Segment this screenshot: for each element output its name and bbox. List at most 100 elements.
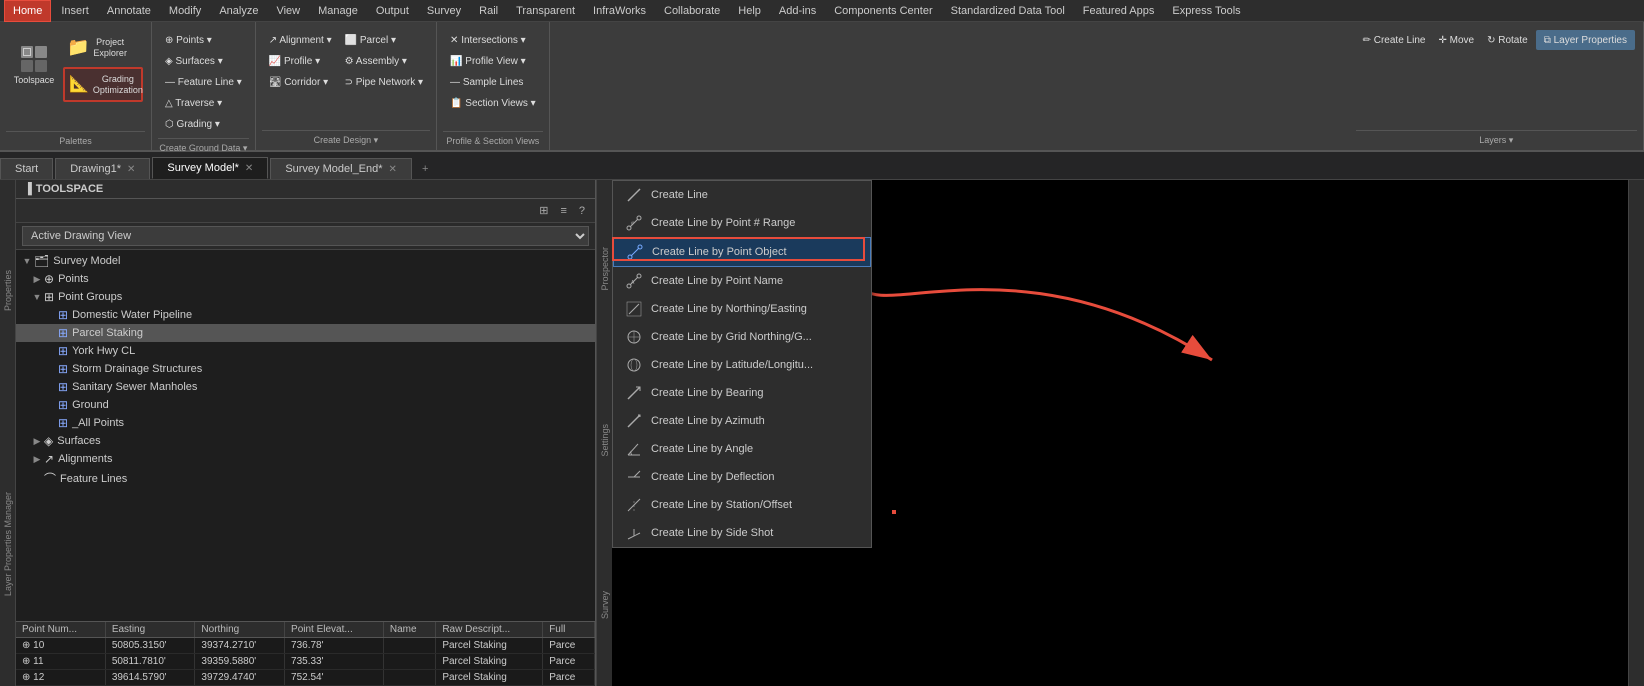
move-tool[interactable]: ✛ Move xyxy=(1433,30,1479,50)
menu-item-by-point-object[interactable]: Create Line by Point Object xyxy=(613,237,871,267)
create-line-deflection-icon xyxy=(625,468,643,486)
menu-annotate[interactable]: Annotate xyxy=(99,0,159,22)
toolspace-button[interactable]: Toolspace xyxy=(8,30,60,102)
tab-survey-model-end[interactable]: Survey Model_End* ✕ xyxy=(270,158,412,179)
col-elev: Point Elevat... xyxy=(285,622,384,638)
tab-drawing1[interactable]: Drawing1* ✕ xyxy=(55,158,150,179)
viewport[interactable]: [-][Top][2D Wireframe] Create Line # Cre… xyxy=(612,180,1628,686)
menu-collaborate[interactable]: Collaborate xyxy=(656,0,728,22)
tree-item-feature-lines[interactable]: ⌒ Feature Lines xyxy=(16,468,595,489)
tree-item-point-groups[interactable]: ▼ ⊞ Point Groups xyxy=(16,288,595,306)
section-views-button[interactable]: 📋 Section Views ▾ xyxy=(445,93,541,113)
tree-item-sanitary-sewer[interactable]: ⊞ Sanitary Sewer Manholes xyxy=(16,378,595,396)
menu-view[interactable]: View xyxy=(268,0,308,22)
menu-insert[interactable]: Insert xyxy=(53,0,97,22)
layer-props-button[interactable]: ⧉ Layer Properties xyxy=(1536,30,1635,50)
tab-start[interactable]: Start xyxy=(0,158,53,179)
tree-item-domestic-water[interactable]: ⊞ Domestic Water Pipeline xyxy=(16,306,595,324)
menu-item-by-point-name[interactable]: A Create Line by Point Name xyxy=(613,267,871,295)
col-full: Full xyxy=(543,622,595,638)
active-drawing-view-select[interactable]: Active Drawing View xyxy=(22,226,589,246)
tree-item-root[interactable]: ▼ 🗂 Survey Model xyxy=(16,252,595,270)
menu-addins[interactable]: Add-ins xyxy=(771,0,824,22)
toolspace-toolbar-btn1[interactable]: ⊞ xyxy=(535,202,552,219)
grading-button[interactable]: ⬡ Grading ▾ xyxy=(160,114,247,134)
rotate-tool[interactable]: ↻ Rotate xyxy=(1482,30,1533,50)
menu-item-by-northing-easting[interactable]: Create Line by Northing/Easting xyxy=(613,295,871,323)
profile-button[interactable]: 📈 Profile ▾ xyxy=(264,51,337,71)
tree-item-ground[interactable]: ⊞ Ground xyxy=(16,396,595,414)
intersections-button[interactable]: ✕ Intersections ▾ xyxy=(445,30,541,50)
create-line-tool[interactable]: ✏ Create Line xyxy=(1358,30,1431,50)
dropdown-menu: Create Line # Create Line by Point # Ran… xyxy=(612,180,872,548)
menu-survey[interactable]: Survey xyxy=(419,0,469,22)
tab-survey-model-end-close[interactable]: ✕ xyxy=(389,164,397,175)
tree-item-storm-drainage[interactable]: ⊞ Storm Drainage Structures xyxy=(16,360,595,378)
tree-item-parcel-staking[interactable]: ⊞ Parcel Staking xyxy=(16,324,595,342)
points-button[interactable]: ⊕ Points ▾ xyxy=(160,30,247,50)
menu-analyze[interactable]: Analyze xyxy=(211,0,266,22)
properties-label[interactable]: Properties xyxy=(2,266,14,315)
create-line-name-icon: A xyxy=(625,272,643,290)
menu-item-by-azimuth[interactable]: Create Line by Azimuth xyxy=(613,407,871,435)
menu-help[interactable]: Help xyxy=(730,0,769,22)
menu-item-by-grid-northing[interactable]: Create Line by Grid Northing/G... xyxy=(613,323,871,351)
tree-item-all-points[interactable]: ⊞ _All Points xyxy=(16,414,595,432)
menu-stddata[interactable]: Standardized Data Tool xyxy=(943,0,1073,22)
menu-transparent[interactable]: Transparent xyxy=(508,0,583,22)
parcel-button[interactable]: ⬜ Parcel ▾ xyxy=(340,30,428,50)
menu-infraworks[interactable]: InfraWorks xyxy=(585,0,654,22)
ribbon: Toolspace 📁 ProjectExplorer 📐 GradingOpt… xyxy=(0,22,1644,152)
menu-item-by-side-shot[interactable]: Create Line by Side Shot xyxy=(613,519,871,547)
surfaces-button[interactable]: ◈ Surfaces ▾ xyxy=(160,51,247,71)
layer-props-manager-label[interactable]: Layer Properties Manager xyxy=(2,488,14,600)
tab-add[interactable]: + xyxy=(414,159,436,179)
prospector-label[interactable]: Prospector xyxy=(599,243,611,295)
main-area: Properties Layer Properties Manager ▐ TO… xyxy=(0,180,1644,686)
menu-item-by-lat-long[interactable]: Create Line by Latitude/Longitu... xyxy=(613,351,871,379)
menu-featapps[interactable]: Featured Apps xyxy=(1075,0,1163,22)
ribbon-group-design: ↗ Alignment ▾ 📈 Profile ▾ 🛣 Corridor ▾ ⬜… xyxy=(256,22,437,150)
table-row[interactable]: ⊕ 10 50805.3150' 39374.2710' 736.78' Par… xyxy=(16,638,595,654)
traverse-button[interactable]: △ Traverse ▾ xyxy=(160,93,247,113)
menu-rail[interactable]: Rail xyxy=(471,0,506,22)
grading-optimization-button[interactable]: 📐 GradingOptimization xyxy=(63,67,143,102)
tab-survey-model[interactable]: Survey Model* ✕ xyxy=(152,157,268,179)
profile-view-button[interactable]: 📊 Profile View ▾ xyxy=(445,51,541,71)
tree-item-york-hwy[interactable]: ⊞ York Hwy CL xyxy=(16,342,595,360)
menu-modify[interactable]: Modify xyxy=(161,0,209,22)
menu-home[interactable]: Home xyxy=(4,0,51,22)
menu-components[interactable]: Components Center xyxy=(826,0,940,22)
tab-survey-model-close[interactable]: ✕ xyxy=(245,163,253,174)
pipe-network-button[interactable]: ⊃ Pipe Network ▾ xyxy=(340,72,428,92)
menu-item-create-line[interactable]: Create Line xyxy=(613,181,871,209)
col-northing: Northing xyxy=(195,622,285,638)
toolspace-help-btn[interactable]: ? xyxy=(575,202,589,219)
project-explorer-button[interactable]: 📁 ProjectExplorer xyxy=(63,30,143,65)
menu-item-by-point-range[interactable]: # Create Line by Point # Range xyxy=(613,209,871,237)
toolspace-toolbar-btn2[interactable]: ≡ xyxy=(556,202,570,219)
ribbon-grounddata-buttons: ⊕ Points ▾ ◈ Surfaces ▾ — Feature Line ▾… xyxy=(158,26,249,138)
menu-manage[interactable]: Manage xyxy=(310,0,366,22)
tree-item-alignments[interactable]: ▶ ↗ Alignments xyxy=(16,450,595,468)
menu-item-by-station-offset[interactable]: Create Line by Station/Offset xyxy=(613,491,871,519)
corridor-button[interactable]: 🛣 Corridor ▾ xyxy=(264,72,337,92)
menu-item-by-bearing[interactable]: Create Line by Bearing xyxy=(613,379,871,407)
survey-label[interactable]: Survey xyxy=(599,587,611,623)
menu-output[interactable]: Output xyxy=(368,0,417,22)
menu-item-by-deflection[interactable]: Create Line by Deflection xyxy=(613,463,871,491)
feature-line-button[interactable]: — Feature Line ▾ xyxy=(160,72,247,92)
create-line-ne-icon xyxy=(625,300,643,318)
settings-label[interactable]: Settings xyxy=(599,420,611,461)
table-row[interactable]: ⊕ 11 50811.7810' 39359.5880' 735.33' Par… xyxy=(16,654,595,670)
menu-expresstools[interactable]: Express Tools xyxy=(1164,0,1248,22)
toolspace-toolbar: ⊞ ≡ ? xyxy=(16,199,595,223)
alignment-button[interactable]: ↗ Alignment ▾ xyxy=(264,30,337,50)
tab-drawing1-close[interactable]: ✕ xyxy=(127,164,135,175)
tree-item-surfaces[interactable]: ▶ ◈ Surfaces xyxy=(16,432,595,450)
assembly-button[interactable]: ⚙ Assembly ▾ xyxy=(340,51,428,71)
menu-item-by-angle[interactable]: Create Line by Angle xyxy=(613,435,871,463)
sample-lines-button[interactable]: — Sample Lines xyxy=(445,72,541,92)
tree-item-points[interactable]: ▶ ⊕ Points xyxy=(16,270,595,288)
table-row[interactable]: ⊕ 12 39614.5790' 39729.4740' 752.54' Par… xyxy=(16,670,595,686)
